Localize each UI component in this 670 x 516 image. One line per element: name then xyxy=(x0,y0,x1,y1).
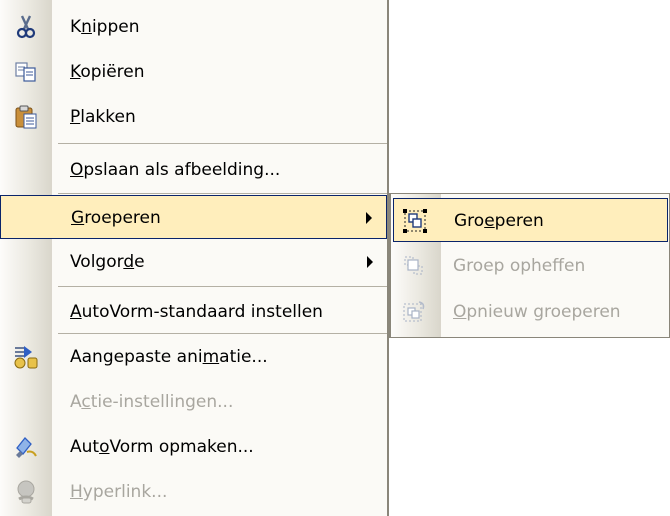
group-submenu: Groeperen Groep opheffen Opnieuw groeper… xyxy=(389,193,670,338)
menu-item-label: Opslaan als afbeelding... xyxy=(70,160,281,180)
menu-separator xyxy=(58,333,387,334)
submenu-item-label: Groep opheffen xyxy=(453,256,586,276)
regroup-icon xyxy=(399,297,429,327)
scissors-icon xyxy=(10,11,42,43)
submenu-item-label: Groeperen xyxy=(454,211,544,231)
menu-item-copy[interactable]: Kopiëren xyxy=(0,50,387,94)
menu-item-paste[interactable]: Plakken xyxy=(0,95,387,139)
menu-item-set-autoshape-defaults[interactable]: AutoVorm-standaard instellen xyxy=(0,290,387,334)
menu-item-label: Plakken xyxy=(70,107,136,127)
menu-item-action-settings: Actie-instellingen... xyxy=(0,380,387,424)
menu-item-order[interactable]: Volgorde xyxy=(0,240,387,284)
menu-item-label: Aangepaste animatie... xyxy=(70,347,268,367)
submenu-item-label: Opnieuw groeperen xyxy=(453,302,621,322)
menu-separator xyxy=(58,286,387,287)
submenu-arrow-icon xyxy=(366,212,372,224)
hyperlink-icon xyxy=(10,476,42,508)
paste-icon xyxy=(10,101,42,133)
menu-item-label: Hyperlink... xyxy=(70,482,168,502)
submenu-item-group[interactable]: Groeperen xyxy=(393,198,668,242)
menu-item-hyperlink: Hyperlink... xyxy=(0,470,387,514)
format-autoshape-icon xyxy=(10,431,42,463)
menu-item-label: Actie-instellingen... xyxy=(70,392,234,412)
menu-item-format-autoshape[interactable]: AutoVorm opmaken... xyxy=(0,425,387,469)
menu-separator xyxy=(58,193,387,194)
context-menu: Knippen Kopiëren Plakken Opslaan als afb… xyxy=(0,0,389,516)
menu-item-cut[interactable]: Knippen xyxy=(0,5,387,49)
submenu-arrow-icon xyxy=(367,256,373,268)
menu-item-group[interactable]: Groeperen xyxy=(0,195,387,239)
submenu-item-ungroup: Groep opheffen xyxy=(393,244,668,288)
menu-item-label: Kopiëren xyxy=(70,62,145,82)
custom-animation-icon xyxy=(10,341,42,373)
menu-item-label: Knippen xyxy=(70,17,140,37)
group-icon xyxy=(400,206,430,236)
menu-item-label: Volgorde xyxy=(70,252,145,272)
menu-separator xyxy=(58,143,387,144)
copy-icon xyxy=(10,56,42,88)
menu-item-custom-animation[interactable]: Aangepaste animatie... xyxy=(0,335,387,379)
submenu-item-regroup: Opnieuw groeperen xyxy=(393,290,668,334)
ungroup-icon xyxy=(399,251,429,281)
menu-item-label: AutoVorm opmaken... xyxy=(70,437,254,457)
menu-item-label: Groeperen xyxy=(71,208,161,228)
menu-item-label: AutoVorm-standaard instellen xyxy=(70,302,323,322)
menu-item-save-as-picture[interactable]: Opslaan als afbeelding... xyxy=(0,148,387,192)
